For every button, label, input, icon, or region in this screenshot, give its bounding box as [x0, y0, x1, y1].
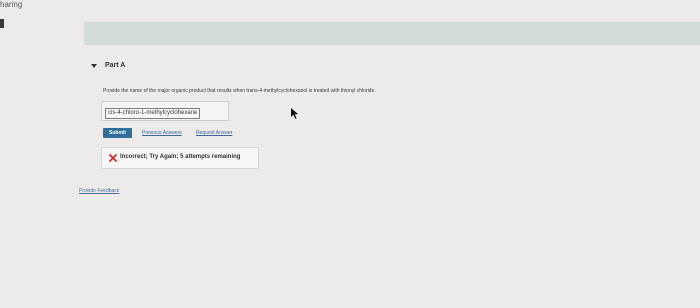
chevron-down-icon[interactable]: [91, 63, 97, 68]
problem-banner: [84, 22, 700, 45]
feedback-message-box: Incorrect; Try Again; 5 attempts remaini…: [101, 147, 259, 169]
answer-input[interactable]: cis-4-chloro-1-methylcyclohexane: [101, 101, 229, 121]
part-title: Part A: [105, 62, 126, 69]
window-title-fragment: haring: [0, 0, 23, 9]
feedback-message: Incorrect; Try Again; 5 attempts remaini…: [120, 154, 241, 160]
request-answer-link[interactable]: Request Answer: [196, 130, 232, 136]
close-icon: [109, 154, 117, 162]
cursor-icon: [291, 108, 299, 119]
question-text: Provide the name of the major organic pr…: [103, 88, 376, 94]
provide-feedback-link[interactable]: Provide Feedback: [79, 188, 119, 194]
left-edge-marker: [0, 19, 4, 28]
submit-button[interactable]: Submit: [103, 128, 132, 138]
previous-answers-link[interactable]: Previous Answers: [142, 130, 182, 136]
part-header[interactable]: Part A: [91, 62, 125, 69]
answer-value[interactable]: cis-4-chloro-1-methylcyclohexane: [105, 108, 201, 119]
